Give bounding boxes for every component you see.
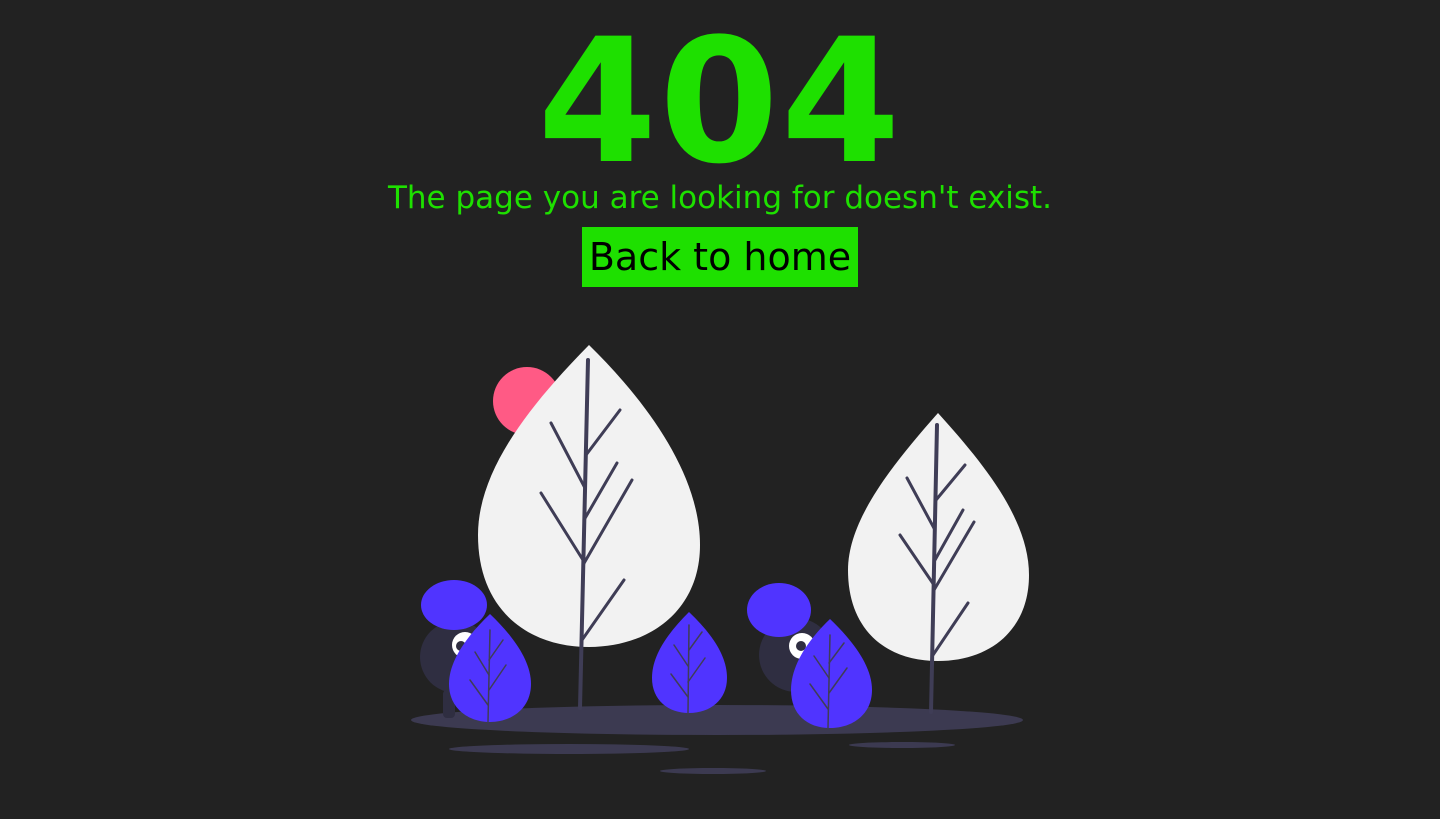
back-to-home-button[interactable]: Back to home [582, 227, 858, 287]
error-message: The page you are looking for doesn't exi… [387, 180, 1053, 216]
ground-shadow-small [449, 744, 689, 754]
trees-illustration [411, 345, 1029, 774]
creature-hair-left [421, 580, 487, 630]
tree-leaf-medium [848, 413, 1029, 661]
error-code: 404 [537, 1, 903, 202]
ground-shadow-small [660, 768, 766, 774]
ground-shadow-small [849, 742, 955, 748]
creature-hair-right [747, 583, 811, 637]
